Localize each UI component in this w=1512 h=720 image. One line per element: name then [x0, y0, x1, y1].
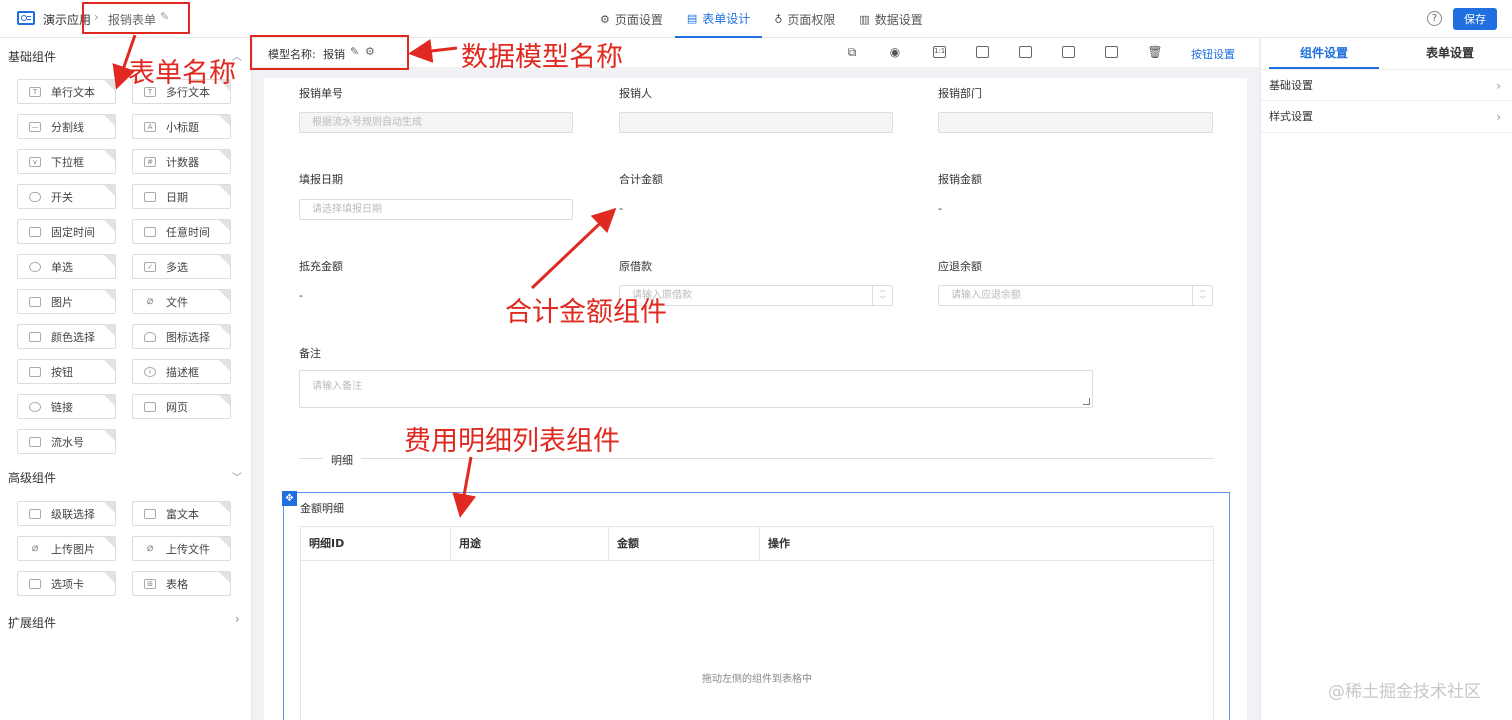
arrow-to-total-amount	[530, 207, 617, 290]
annotation-arrows	[112, 34, 617, 518]
arrow-to-form-name	[112, 34, 137, 90]
arrow-to-model-name	[408, 39, 458, 63]
arrow-to-detail-table	[452, 456, 477, 518]
watermark: @稀土掘金技术社区	[1328, 682, 1481, 702]
